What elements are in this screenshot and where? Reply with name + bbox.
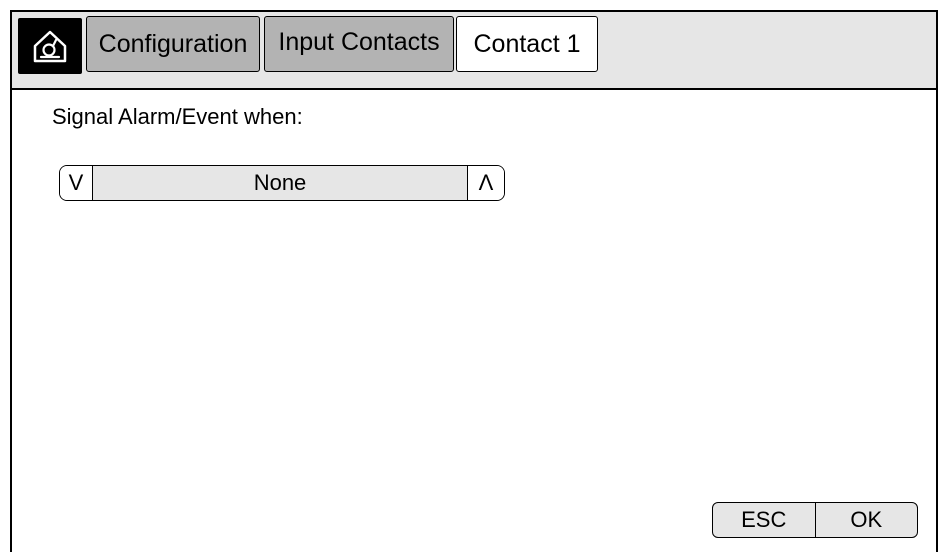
home-button[interactable] <box>18 18 82 74</box>
selector-down-button[interactable]: V <box>60 166 93 200</box>
signal-selector: V None Λ <box>59 165 505 201</box>
tab-configuration-label: Configuration <box>98 29 248 58</box>
signal-prompt-label: Signal Alarm/Event when: <box>52 104 303 129</box>
tab-contact-1-label: Contact 1 <box>473 29 581 58</box>
esc-button[interactable]: ESC <box>713 503 816 537</box>
tab-contact-1[interactable]: Contact 1 <box>456 16 598 72</box>
tab-input-contacts-label: Input Contacts <box>278 27 440 56</box>
tab-input-contacts[interactable]: Input Contacts <box>264 16 454 72</box>
home-icon <box>33 30 67 63</box>
selector-up-button[interactable]: Λ <box>467 166 504 200</box>
action-bar: ESC OK <box>712 502 918 538</box>
selector-value: None <box>253 170 307 195</box>
screen: Configuration Input Contacts Contact 1 S… <box>10 10 938 552</box>
tab-configuration[interactable]: Configuration <box>86 16 260 72</box>
ok-button[interactable]: OK <box>816 503 918 537</box>
header-bar: Configuration Input Contacts Contact 1 <box>12 12 936 90</box>
